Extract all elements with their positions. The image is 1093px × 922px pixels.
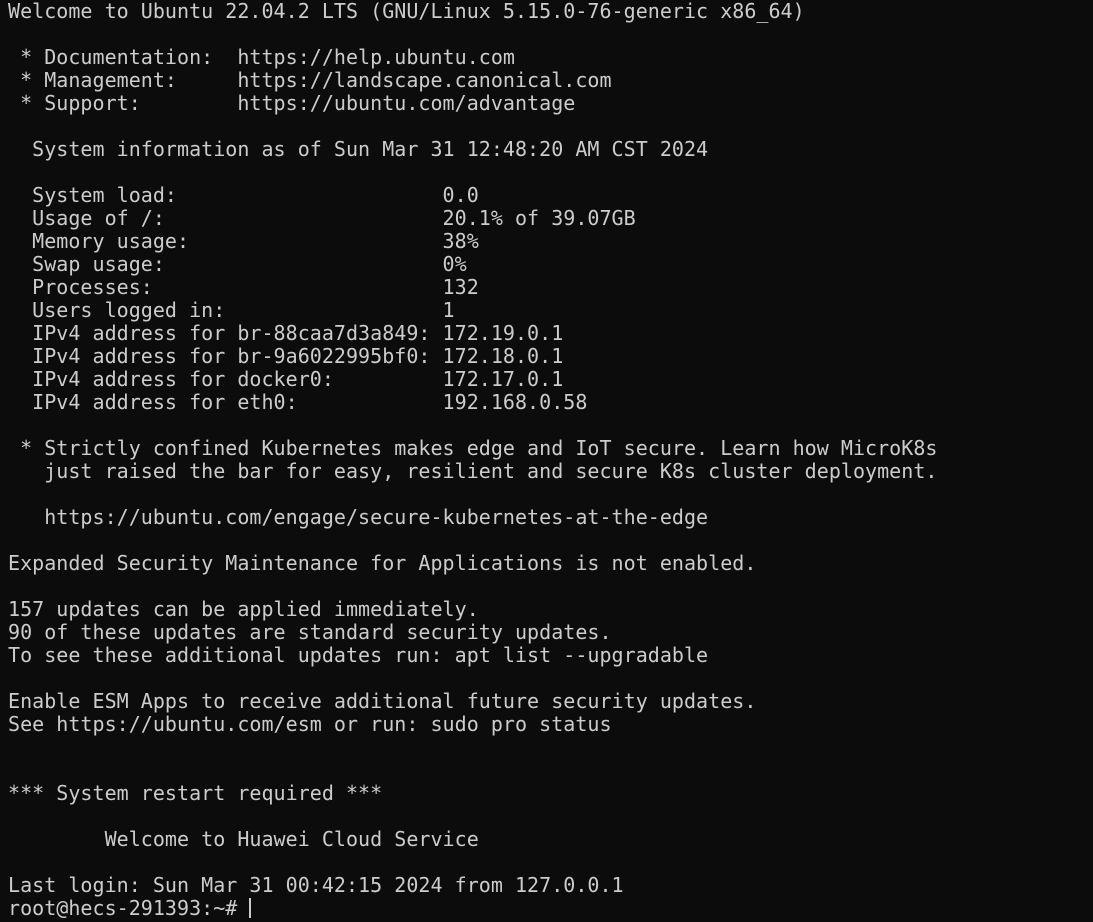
system-load-line: System load: 0.0 <box>8 183 479 207</box>
support-line: * Support: https://ubuntu.com/advantage <box>8 91 576 115</box>
shell-prompt: root@hecs-291393:~# <box>8 896 238 920</box>
microk8s-notice-line: just raised the bar for easy, resilient … <box>8 459 938 483</box>
system-info-header: System information as of Sun Mar 31 12:4… <box>8 137 709 161</box>
terminal-output[interactable]: Welcome to Ubuntu 22.04.2 LTS (GNU/Linux… <box>8 0 1088 920</box>
disk-usage-line: Usage of /: 20.1% of 39.07GB <box>8 206 636 230</box>
welcome-line: Welcome to Ubuntu 22.04.2 LTS (GNU/Linux… <box>8 0 805 23</box>
management-line: * Management: https://landscape.canonica… <box>8 68 612 92</box>
esm-link-line: See https://ubuntu.com/esm or run: sudo … <box>8 712 612 736</box>
esm-status-line: Expanded Security Maintenance for Applic… <box>8 551 757 575</box>
swap-usage-line: Swap usage: 0% <box>8 252 467 276</box>
documentation-line: * Documentation: https://help.ubuntu.com <box>8 45 515 69</box>
ipv4-br-88caa7d3a849-line: IPv4 address for br-88caa7d3a849: 172.19… <box>8 321 564 345</box>
apt-list-hint-line: To see these additional updates run: apt… <box>8 643 709 667</box>
microk8s-notice-line: * Strictly confined Kubernetes makes edg… <box>8 436 938 460</box>
prompt-line[interactable]: root@hecs-291393:~# <box>8 897 1088 920</box>
updates-count-line: 157 updates can be applied immediately. <box>8 597 479 621</box>
ipv4-docker0-line: IPv4 address for docker0: 172.17.0.1 <box>8 367 564 391</box>
esm-apps-line: Enable ESM Apps to receive additional fu… <box>8 689 757 713</box>
security-updates-line: 90 of these updates are standard securit… <box>8 620 612 644</box>
processes-line: Processes: 132 <box>8 275 479 299</box>
kubernetes-link-line: https://ubuntu.com/engage/secure-kuberne… <box>8 505 709 529</box>
restart-required-line: *** System restart required *** <box>8 781 383 805</box>
ipv4-br-9a6022995bf0-line: IPv4 address for br-9a6022995bf0: 172.18… <box>8 344 564 368</box>
text-cursor <box>249 898 252 918</box>
users-logged-in-line: Users logged in: 1 <box>8 298 455 322</box>
memory-usage-line: Memory usage: 38% <box>8 229 479 253</box>
huawei-welcome-line: Welcome to Huawei Cloud Service <box>8 827 479 851</box>
ipv4-eth0-line: IPv4 address for eth0: 192.168.0.58 <box>8 390 588 414</box>
last-login-line: Last login: Sun Mar 31 00:42:15 2024 fro… <box>8 873 624 897</box>
